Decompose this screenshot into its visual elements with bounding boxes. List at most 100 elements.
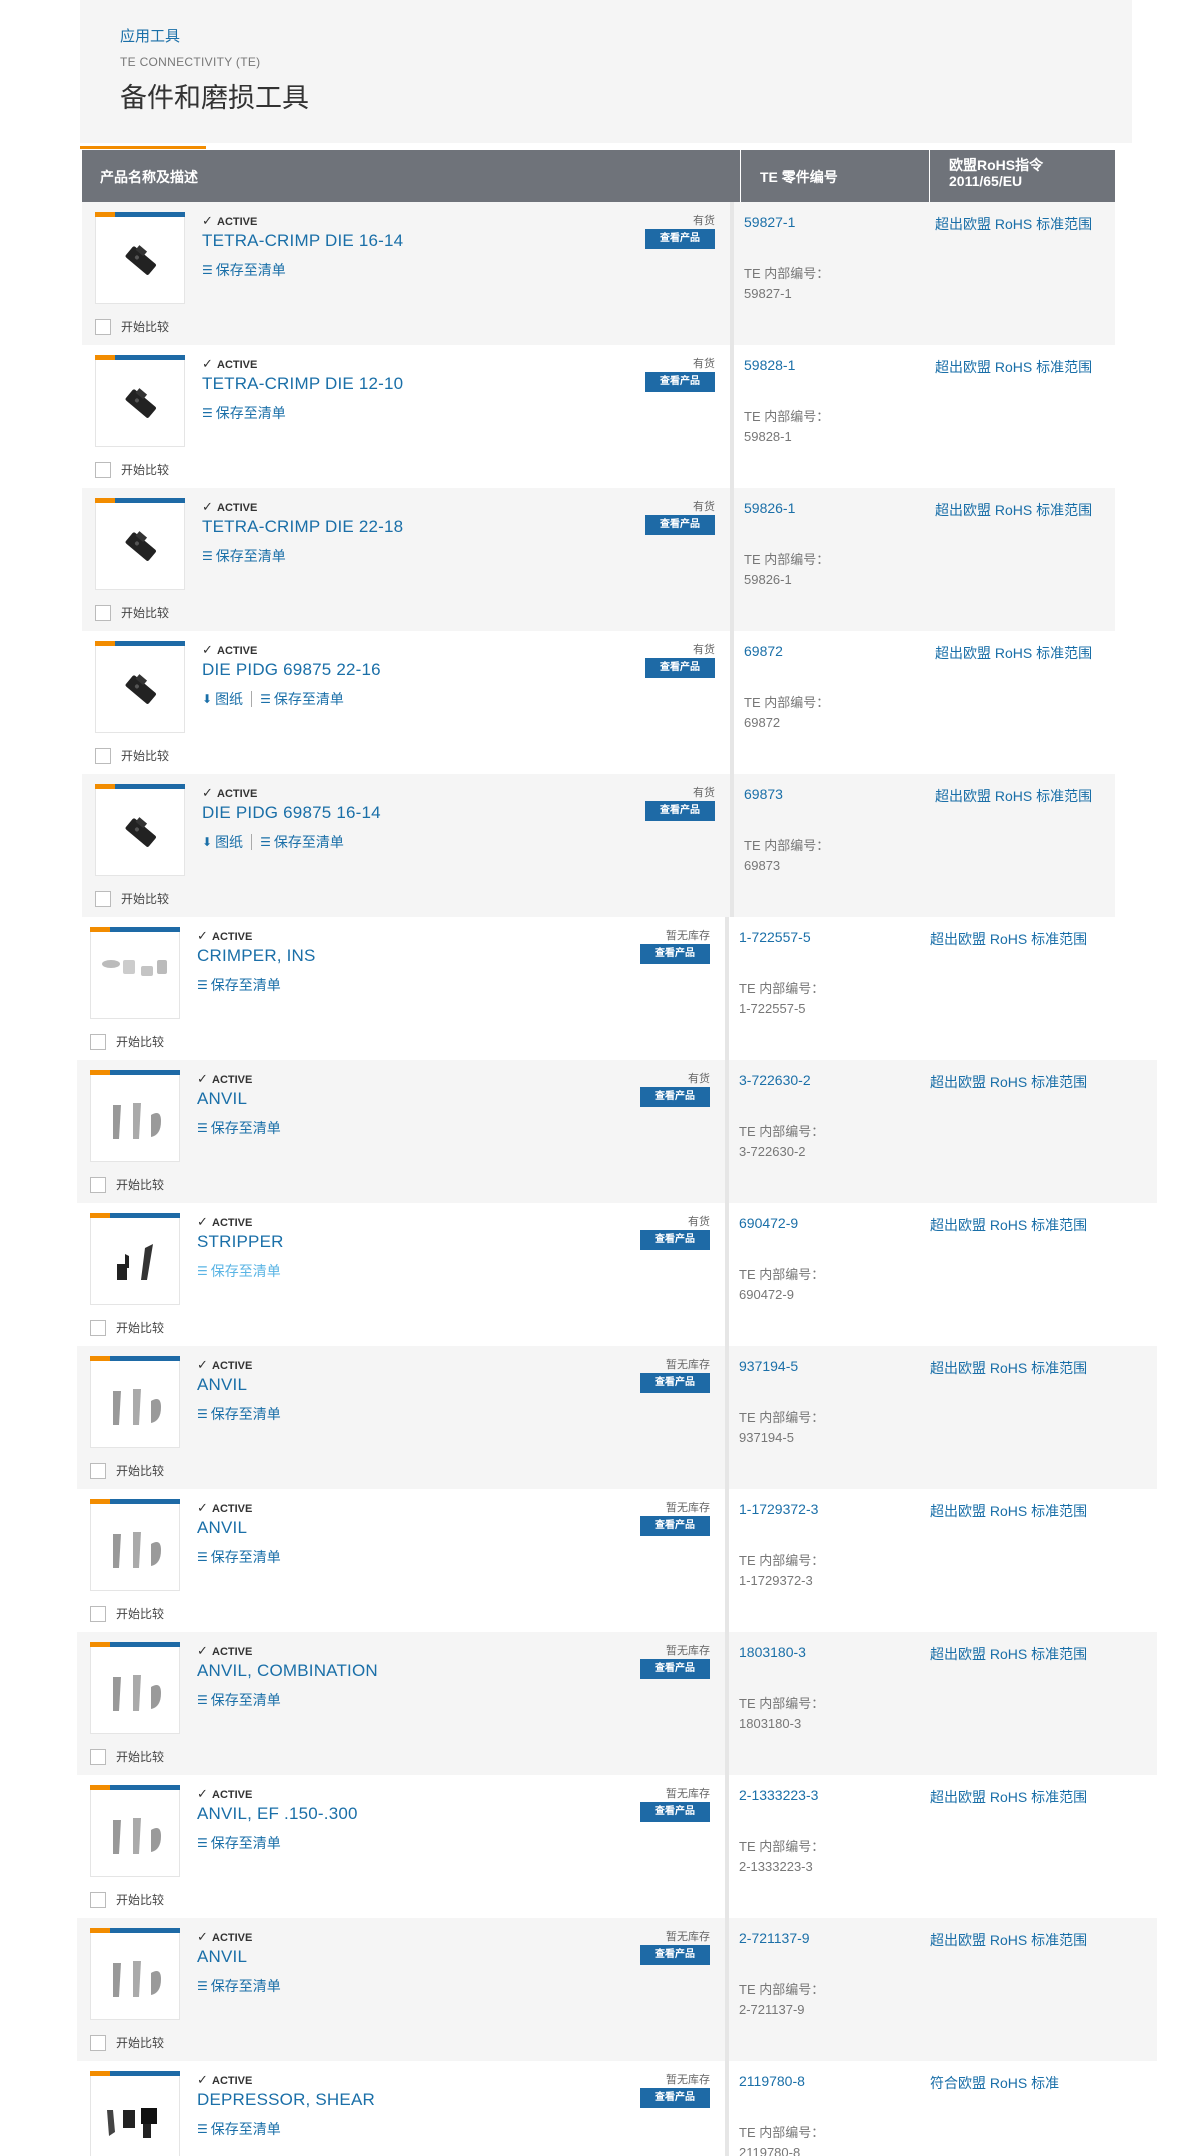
product-thumbnail[interactable]	[90, 1499, 180, 1591]
product-thumbnail[interactable]	[90, 1070, 180, 1162]
save-to-list-link[interactable]: 保存至清单	[211, 1404, 281, 1424]
part-number-link[interactable]: 2119780-8	[739, 2073, 805, 2089]
compare-toggle[interactable]: 开始比较	[95, 604, 169, 621]
product-thumbnail[interactable]	[90, 1785, 180, 1877]
view-product-button[interactable]: 查看产品	[640, 1802, 710, 1822]
save-to-list-link[interactable]: 保存至清单	[211, 1547, 281, 1567]
view-product-button[interactable]: 查看产品	[640, 2088, 710, 2108]
part-number-link[interactable]: 59826-1	[744, 500, 795, 516]
compare-toggle[interactable]: 开始比较	[90, 1605, 164, 1622]
compare-checkbox[interactable]	[90, 1176, 106, 1193]
product-thumbnail[interactable]	[95, 355, 185, 447]
view-product-button[interactable]: 查看产品	[640, 944, 710, 964]
product-thumbnail[interactable]	[95, 212, 185, 304]
product-name-link[interactable]: ANVIL	[197, 1947, 247, 1967]
save-to-list-link[interactable]: 保存至清单	[211, 2119, 281, 2139]
product-thumbnail[interactable]	[90, 1356, 180, 1448]
save-to-list-link[interactable]: 保存至清单	[216, 546, 286, 566]
part-number-link[interactable]: 69872	[744, 643, 783, 659]
part-number-link[interactable]: 1-722557-5	[739, 929, 811, 945]
compare-checkbox[interactable]	[90, 1319, 106, 1336]
product-thumbnail[interactable]	[95, 498, 185, 590]
view-product-button[interactable]: 查看产品	[640, 1230, 710, 1250]
product-name-link[interactable]: ANVIL	[197, 1518, 247, 1538]
compare-checkbox[interactable]	[95, 461, 111, 478]
compare-checkbox[interactable]	[95, 604, 111, 621]
compare-toggle[interactable]: 开始比较	[95, 747, 169, 764]
part-number-link[interactable]: 2-721137-9	[739, 1930, 810, 1946]
save-to-list-link[interactable]: 保存至清单	[211, 975, 281, 995]
breadcrumb[interactable]: 应用工具	[120, 25, 180, 46]
product-name-link[interactable]: TETRA-CRIMP DIE 16-14	[202, 231, 403, 251]
product-name-link[interactable]: DIE PIDG 69875 22-16	[202, 660, 381, 680]
compare-toggle[interactable]: 开始比较	[95, 461, 169, 478]
part-number-link[interactable]: 1-1729372-3	[739, 1501, 818, 1517]
view-product-button[interactable]: 查看产品	[645, 229, 715, 249]
product-thumbnail[interactable]	[90, 1642, 180, 1734]
rohs-status-link[interactable]: 超出欧盟 RoHS 标准范围	[935, 500, 1092, 520]
product-name-link[interactable]: DIE PIDG 69875 16-14	[202, 803, 381, 823]
save-to-list-link[interactable]: 保存至清单	[274, 832, 344, 852]
view-product-button[interactable]: 查看产品	[645, 801, 715, 821]
compare-toggle[interactable]: 开始比较	[90, 1462, 164, 1479]
product-thumbnail[interactable]	[90, 927, 180, 1019]
product-thumbnail[interactable]	[95, 784, 185, 876]
part-number-link[interactable]: 69873	[744, 786, 783, 802]
save-to-list-link[interactable]: 保存至清单	[216, 260, 286, 280]
drawing-link[interactable]: 图纸	[215, 689, 243, 709]
save-to-list-link[interactable]: 保存至清单	[211, 1976, 281, 1996]
rohs-status-link[interactable]: 超出欧盟 RoHS 标准范围	[930, 1930, 1087, 1950]
compare-checkbox[interactable]	[95, 747, 111, 764]
compare-toggle[interactable]: 开始比较	[90, 1319, 164, 1336]
save-to-list-link[interactable]: 保存至清单	[211, 1118, 281, 1138]
view-product-button[interactable]: 查看产品	[640, 1659, 710, 1679]
view-product-button[interactable]: 查看产品	[645, 372, 715, 392]
rohs-status-link[interactable]: 符合欧盟 RoHS 标准	[930, 2073, 1059, 2093]
compare-checkbox[interactable]	[95, 318, 111, 335]
view-product-button[interactable]: 查看产品	[640, 1516, 710, 1536]
compare-checkbox[interactable]	[90, 2034, 106, 2051]
compare-toggle[interactable]: 开始比较	[90, 2034, 164, 2051]
part-number-link[interactable]: 59828-1	[744, 357, 795, 373]
rohs-status-link[interactable]: 超出欧盟 RoHS 标准范围	[935, 786, 1092, 806]
product-name-link[interactable]: ANVIL, EF .150-.300	[197, 1804, 358, 1824]
compare-checkbox[interactable]	[90, 1462, 106, 1479]
part-number-link[interactable]: 3-722630-2	[739, 1072, 811, 1088]
save-to-list-link[interactable]: 保存至清单	[211, 1833, 281, 1853]
product-name-link[interactable]: ANVIL	[197, 1375, 247, 1395]
product-name-link[interactable]: DEPRESSOR, SHEAR	[197, 2090, 375, 2110]
column-header-product[interactable]: 产品名称及描述	[100, 167, 198, 187]
rohs-status-link[interactable]: 超出欧盟 RoHS 标准范围	[930, 929, 1087, 949]
compare-checkbox[interactable]	[95, 890, 111, 907]
compare-checkbox[interactable]	[90, 1891, 106, 1908]
column-header-part-number[interactable]: TE 零件编号	[760, 167, 838, 187]
view-product-button[interactable]: 查看产品	[640, 1945, 710, 1965]
compare-checkbox[interactable]	[90, 1605, 106, 1622]
rohs-status-link[interactable]: 超出欧盟 RoHS 标准范围	[930, 1501, 1087, 1521]
compare-toggle[interactable]: 开始比较	[95, 890, 169, 907]
product-thumbnail[interactable]	[95, 641, 185, 733]
compare-toggle[interactable]: 开始比较	[90, 1748, 164, 1765]
compare-checkbox[interactable]	[90, 1033, 106, 1050]
view-product-button[interactable]: 查看产品	[645, 515, 715, 535]
rohs-status-link[interactable]: 超出欧盟 RoHS 标准范围	[935, 214, 1092, 234]
save-to-list-link[interactable]: 保存至清单	[211, 1690, 281, 1710]
product-name-link[interactable]: ANVIL	[197, 1089, 247, 1109]
rohs-status-link[interactable]: 超出欧盟 RoHS 标准范围	[930, 1215, 1087, 1235]
rohs-status-link[interactable]: 超出欧盟 RoHS 标准范围	[930, 1644, 1087, 1664]
compare-toggle[interactable]: 开始比较	[90, 1033, 164, 1050]
product-thumbnail[interactable]	[90, 2071, 180, 2156]
column-header-rohs[interactable]: 欧盟RoHS指令 2011/65/EU	[949, 157, 1043, 189]
drawing-link[interactable]: 图纸	[215, 832, 243, 852]
compare-toggle[interactable]: 开始比较	[95, 318, 169, 335]
view-product-button[interactable]: 查看产品	[640, 1087, 710, 1107]
compare-checkbox[interactable]	[90, 1748, 106, 1765]
product-name-link[interactable]: TETRA-CRIMP DIE 12-10	[202, 374, 403, 394]
part-number-link[interactable]: 937194-5	[739, 1358, 798, 1374]
product-thumbnail[interactable]	[90, 1928, 180, 2020]
product-name-link[interactable]: TETRA-CRIMP DIE 22-18	[202, 517, 403, 537]
rohs-status-link[interactable]: 超出欧盟 RoHS 标准范围	[930, 1358, 1087, 1378]
part-number-link[interactable]: 59827-1	[744, 214, 795, 230]
compare-toggle[interactable]: 开始比较	[90, 1176, 164, 1193]
rohs-status-link[interactable]: 超出欧盟 RoHS 标准范围	[930, 1787, 1087, 1807]
